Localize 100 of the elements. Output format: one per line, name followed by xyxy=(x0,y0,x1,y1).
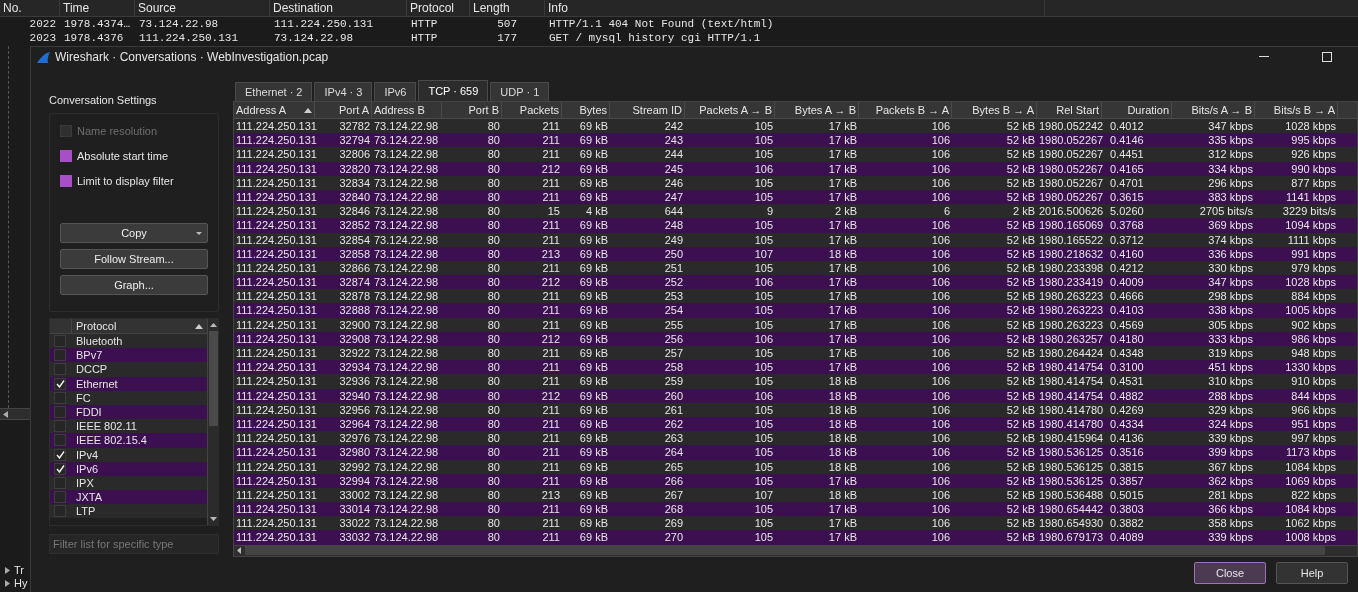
option-label[interactable]: Limit to display filter xyxy=(77,174,174,188)
column-header[interactable]: Protocol xyxy=(407,0,470,16)
column-header[interactable]: Duration xyxy=(1102,102,1172,118)
column-header[interactable]: Rel Start xyxy=(1037,102,1102,118)
scrollbar[interactable] xyxy=(0,408,30,420)
tab[interactable]: IPv6 xyxy=(374,82,417,101)
scroll-down-icon[interactable] xyxy=(209,517,217,521)
table-cell-text: 0.4089 xyxy=(1109,530,1145,545)
table-cell-text: 73.124.22.98 xyxy=(373,346,440,361)
column-header[interactable]: Bytes B → A xyxy=(952,102,1037,118)
tab[interactable]: IPv4 · 3 xyxy=(314,82,373,101)
protocol-item[interactable]: BPv7 xyxy=(76,348,103,363)
maximize-icon[interactable] xyxy=(1322,52,1332,62)
collapsed-arrow-icon[interactable] xyxy=(5,567,10,574)
column-header[interactable]: No. xyxy=(0,0,60,16)
table-cell-text: 80 xyxy=(486,346,501,361)
protocol-item[interactable]: LTP xyxy=(76,504,96,519)
table-cell-text: 0.4146 xyxy=(1109,133,1145,148)
option-label[interactable]: Absolute start time xyxy=(77,149,169,163)
filter-field[interactable]: Filter list for specific type xyxy=(49,534,219,554)
column-header[interactable]: Bits/s A → B xyxy=(1172,102,1255,118)
column-header[interactable]: Port B xyxy=(442,102,502,118)
column-header[interactable]: Stream ID xyxy=(610,102,685,118)
collapsed-arrow-icon[interactable] xyxy=(5,580,10,587)
table-cell-text: 6 xyxy=(942,204,951,219)
action-button[interactable]: Follow Stream... xyxy=(60,249,208,269)
tab[interactable]: Ethernet · 2 xyxy=(235,82,313,101)
protocol-item[interactable]: JXTA xyxy=(76,490,103,505)
column-header[interactable]: Port A xyxy=(315,102,372,118)
table-cell-text: 1173 kbps xyxy=(1285,445,1337,460)
protocol-checkbox[interactable] xyxy=(54,462,66,475)
column-header[interactable]: Destination xyxy=(270,0,407,16)
column-header[interactable]: Source xyxy=(135,0,270,16)
column-header[interactable]: Packets A → B xyxy=(685,102,775,118)
protocol-checkbox[interactable] xyxy=(54,448,66,461)
protocol-checkbox[interactable] xyxy=(54,349,66,362)
table-cell-text: 80 xyxy=(486,487,501,503)
table-cell-text: 979 kbps xyxy=(1290,260,1337,276)
protocol-checkbox[interactable] xyxy=(54,335,66,348)
table-cell-text: 374 kbps xyxy=(1207,232,1254,247)
scroll-up-icon[interactable] xyxy=(209,323,217,327)
column-header[interactable]: Packets xyxy=(502,102,562,118)
table-cell-text: 52 kB xyxy=(1005,275,1036,290)
protocol-item[interactable]: FC xyxy=(76,390,91,405)
table-cell-text: 211 xyxy=(541,232,561,247)
table-cell-text: 106 xyxy=(930,161,951,176)
table-cell-text: 298 kbps xyxy=(1207,289,1254,304)
protocol-item[interactable]: IPv4 xyxy=(76,447,98,462)
table-cell-text: 69 kB xyxy=(578,473,609,488)
table-cell-text: 80 xyxy=(486,147,501,162)
dialog-button[interactable]: Help xyxy=(1276,562,1348,584)
minimize-icon[interactable] xyxy=(1259,56,1269,58)
action-button[interactable]: Copy xyxy=(60,223,208,243)
dialog-button[interactable]: Close xyxy=(1194,562,1266,584)
table-cell-text: 17 kB xyxy=(827,317,858,332)
checkbox[interactable] xyxy=(60,150,72,162)
scroll-thumb[interactable] xyxy=(208,331,218,426)
column-header[interactable]: Info xyxy=(545,0,1045,16)
table-cell-text: 32858 xyxy=(338,246,371,261)
table-cell-text: 106 xyxy=(930,175,951,190)
scroll-thumb[interactable] xyxy=(245,546,1325,556)
protocol-checkbox[interactable] xyxy=(54,491,66,504)
scroll-left-icon[interactable] xyxy=(3,410,8,418)
tab[interactable]: TCP · 659 xyxy=(418,80,489,101)
column-header[interactable]: Time xyxy=(60,0,135,16)
tab[interactable]: UDP · 1 xyxy=(490,82,550,101)
table-cell-text: 106 xyxy=(930,303,951,318)
protocol-item[interactable]: FDDI xyxy=(76,405,102,420)
protocol-checkbox[interactable] xyxy=(54,406,66,419)
table-cell-text: 1980.536125 xyxy=(1038,445,1102,460)
table-cell-text: 0.4348 xyxy=(1109,346,1145,361)
scrollbar[interactable] xyxy=(207,319,218,525)
table-cell-text: 281 kbps xyxy=(1207,487,1254,503)
protocol-checkbox[interactable] xyxy=(54,420,66,433)
column-header[interactable]: Address A xyxy=(234,102,315,118)
checkmark-icon xyxy=(55,379,65,388)
tree-item[interactable]: Hy xyxy=(14,577,28,590)
protocol-checkbox[interactable] xyxy=(54,434,66,447)
protocol-item[interactable]: IPX xyxy=(76,475,94,490)
protocol-checkbox[interactable] xyxy=(54,377,66,390)
scrollbar[interactable] xyxy=(234,544,1357,556)
table-cell-text: 1980.414780 xyxy=(1038,416,1102,432)
column-header[interactable]: Length xyxy=(470,0,545,16)
action-button[interactable]: Graph... xyxy=(60,275,208,295)
checkbox[interactable] xyxy=(60,175,72,187)
protocol-checkbox[interactable] xyxy=(54,363,66,376)
column-header[interactable]: Packets B → A xyxy=(859,102,952,118)
tree-item[interactable]: Tr xyxy=(14,564,24,577)
protocol-checkbox[interactable] xyxy=(54,391,66,404)
column-header[interactable]: Bits/s B → A xyxy=(1255,102,1338,118)
protocol-checkbox[interactable] xyxy=(54,476,66,489)
table-cell-text: 267 xyxy=(663,487,684,503)
protocol-item[interactable]: IPv6 xyxy=(76,461,98,476)
column-header[interactable]: Address B xyxy=(372,102,442,118)
protocol-checkbox[interactable] xyxy=(54,505,66,518)
scroll-left-icon[interactable] xyxy=(237,547,241,555)
column-header[interactable]: Bytes xyxy=(562,102,610,118)
table-cell-text: 106 xyxy=(930,402,951,417)
table-cell-text: 105 xyxy=(753,119,774,134)
column-header[interactable]: Bytes A → B xyxy=(775,102,859,118)
